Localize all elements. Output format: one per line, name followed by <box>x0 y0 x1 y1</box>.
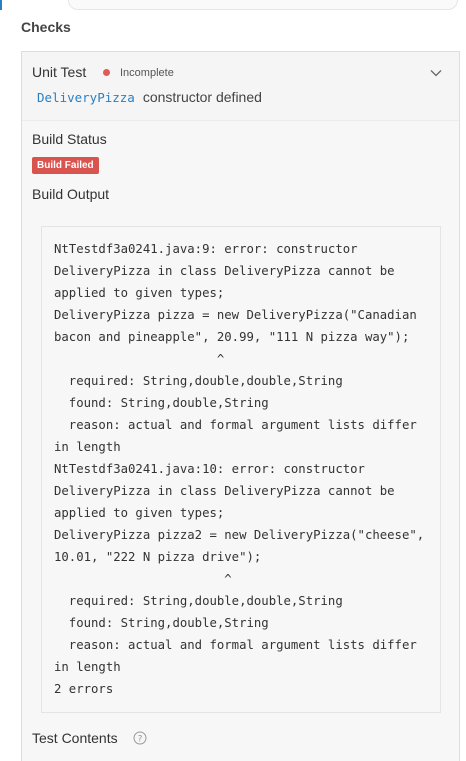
test-contents-heading: Test Contents <box>32 730 118 746</box>
build-output-line: found: String,double,String <box>54 396 269 410</box>
section-title: Checks <box>21 19 71 35</box>
question-circle-icon[interactable]: ? <box>133 731 147 745</box>
check-type-label: Unit Test <box>32 64 87 80</box>
check-description: DeliveryPizza constructor defined <box>37 89 262 105</box>
build-output-line: found: String,double,String <box>54 616 269 630</box>
previous-card-edge <box>68 0 458 10</box>
check-header[interactable]: Unit Test Incomplete DeliveryPizza constr… <box>22 52 459 121</box>
status-dot-icon <box>103 69 110 76</box>
build-output-line: bacon and pineapple", 20.99, "111 N pizz… <box>54 330 410 344</box>
build-output-line: NtTestdf3a0241.java:9: error: constructo… <box>54 242 358 256</box>
build-output-line: reason: actual and formal argument lists… <box>54 418 417 432</box>
status-label: Incomplete <box>120 67 174 79</box>
build-failed-badge: Build Failed <box>32 157 99 174</box>
build-output-text: NtTestdf3a0241.java:9: error: constructo… <box>54 238 440 700</box>
build-output-line: DeliveryPizza pizza = new DeliveryPizza(… <box>54 308 417 322</box>
build-output-line: required: String,double,double,String <box>54 594 343 608</box>
build-status-heading: Build Status <box>32 131 107 147</box>
build-output-line: reason: actual and formal argument lists… <box>54 638 417 652</box>
build-output-line: required: String,double,double,String <box>54 374 343 388</box>
build-output-line: 10.01, "222 N pizza drive"); <box>54 550 262 564</box>
build-output-line: in length <box>54 660 121 674</box>
build-output-heading: Build Output <box>32 186 110 202</box>
svg-text:?: ? <box>138 734 143 744</box>
build-output-line: applied to given types; <box>54 286 225 300</box>
left-accent-bar <box>0 0 2 10</box>
build-output-line: in length <box>54 440 121 454</box>
build-output-line: applied to given types; <box>54 506 225 520</box>
build-output-line: DeliveryPizza pizza2 = new DeliveryPizza… <box>54 528 425 542</box>
build-output-line: DeliveryPizza in class DeliveryPizza can… <box>54 264 395 278</box>
build-output-line: DeliveryPizza in class DeliveryPizza can… <box>54 484 395 498</box>
unit-test-card: Unit Test Incomplete DeliveryPizza constr… <box>21 51 460 761</box>
checks-panel: Checks Unit Test Incomplete DeliveryPizz… <box>0 0 466 761</box>
build-output-line: 2 errors <box>54 682 114 696</box>
check-description-text: constructor defined <box>142 89 262 105</box>
build-output-line: ^ <box>54 572 232 586</box>
build-output-box: NtTestdf3a0241.java:9: error: constructo… <box>41 226 441 713</box>
build-output-line: NtTestdf3a0241.java:10: error: construct… <box>54 462 365 476</box>
check-description-code: DeliveryPizza <box>37 90 135 105</box>
chevron-down-icon[interactable] <box>429 66 443 80</box>
build-output-line: ^ <box>54 352 225 366</box>
